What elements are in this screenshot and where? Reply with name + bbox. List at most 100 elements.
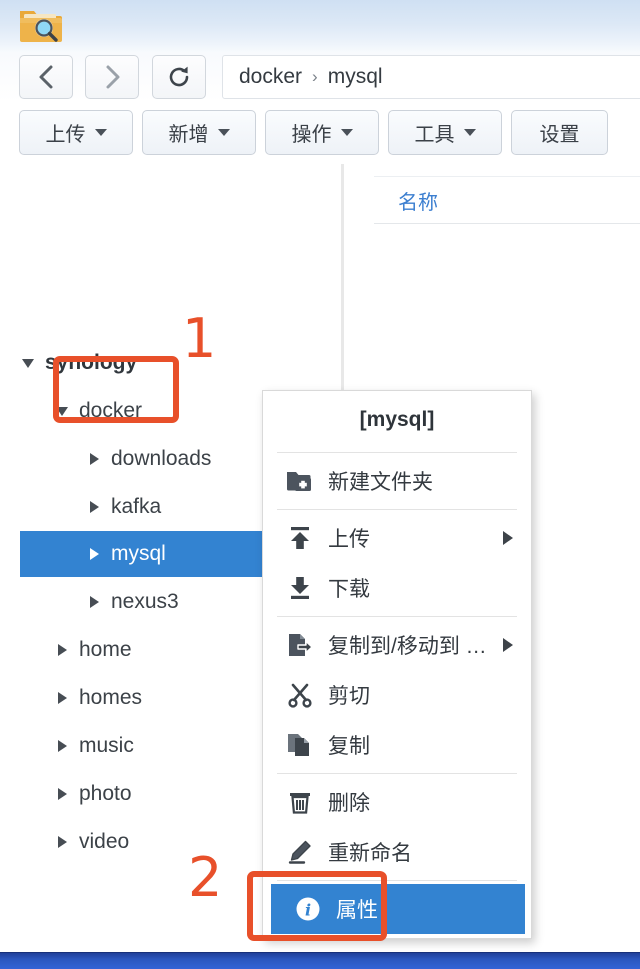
- new-folder-icon: [285, 466, 315, 496]
- tree-item-docker[interactable]: docker: [52, 388, 142, 434]
- pencil-icon: [285, 837, 315, 867]
- tree-item-label: photo: [79, 782, 132, 805]
- tree-item-homes[interactable]: homes: [52, 675, 142, 721]
- breadcrumb-path-bar[interactable]: docker › mysql: [222, 55, 640, 99]
- menu-item-label: 复制: [328, 735, 370, 758]
- menu-item-upload[interactable]: 上传: [263, 513, 531, 563]
- tree-item-mysql[interactable]: mysql: [84, 531, 166, 577]
- tree-item-downloads[interactable]: downloads: [84, 436, 211, 482]
- reload-button[interactable]: [152, 55, 206, 99]
- tree-item-music[interactable]: music: [52, 723, 134, 769]
- reload-icon: [167, 65, 191, 89]
- menu-item-label: 剪切: [328, 685, 370, 708]
- tree-item-photo[interactable]: photo: [52, 771, 132, 817]
- create-menu-button[interactable]: 新增: [142, 110, 256, 155]
- menu-item-label: 删除: [328, 792, 370, 815]
- navigation-bar: docker › mysql: [0, 52, 640, 102]
- tree-item-label: home: [79, 638, 132, 661]
- scissors-icon: [285, 680, 315, 710]
- create-menu-label: 新增: [168, 124, 209, 146]
- chevron-down-icon: [340, 129, 353, 136]
- tree-item-label: nexus3: [111, 590, 179, 613]
- tree-item-label: docker: [79, 399, 143, 422]
- submenu-arrow-icon: [503, 638, 513, 652]
- tools-menu-button[interactable]: 工具: [388, 110, 502, 155]
- menu-item-cut[interactable]: 剪切: [263, 670, 531, 720]
- forward-icon: [103, 64, 121, 90]
- tree-item-label: kafka: [111, 495, 162, 518]
- tree-item-kafka[interactable]: kafka: [84, 484, 161, 530]
- chevron-right-icon[interactable]: [84, 501, 104, 513]
- menu-item-copy[interactable]: 复制: [263, 720, 531, 770]
- annotation-number-1: 1: [182, 307, 217, 370]
- copy-move-icon: [285, 630, 315, 660]
- tree-item-nexus3[interactable]: nexus3: [84, 579, 179, 625]
- operations-menu-button[interactable]: 操作: [265, 110, 379, 155]
- tree-item-label: mysql: [111, 542, 166, 565]
- menu-item-properties[interactable]: i 属性: [271, 884, 525, 934]
- menu-divider: [277, 452, 517, 453]
- context-menu: [mysql] 新建文件夹 上传 下载 复制到/移动到 … 剪切 复制 删除 重…: [262, 390, 532, 939]
- menu-divider: [277, 509, 517, 510]
- trash-icon: [285, 787, 315, 817]
- menu-item-label: 复制到/移动到 …: [328, 635, 487, 658]
- chevron-right-icon[interactable]: [52, 836, 72, 848]
- operations-menu-label: 操作: [291, 124, 332, 146]
- column-header-name[interactable]: 名称: [374, 176, 640, 224]
- tools-menu-label: 工具: [414, 124, 455, 146]
- chevron-right-icon[interactable]: [52, 740, 72, 752]
- forward-button[interactable]: [85, 55, 139, 99]
- back-icon: [37, 64, 55, 90]
- menu-item-label: 下载: [328, 578, 370, 601]
- tree-item-home[interactable]: home: [52, 627, 132, 673]
- column-header-label: 名称: [398, 191, 438, 214]
- title-bar: [0, 0, 640, 52]
- chevron-right-icon[interactable]: [84, 453, 104, 465]
- tree-item-label: music: [79, 734, 134, 757]
- chevron-right-icon[interactable]: [84, 596, 104, 608]
- breadcrumb-item-mysql[interactable]: mysql: [328, 65, 383, 89]
- settings-button[interactable]: 设置: [511, 110, 608, 155]
- back-button[interactable]: [19, 55, 73, 99]
- menu-item-download[interactable]: 下载: [263, 563, 531, 613]
- desktop-taskbar[interactable]: [0, 952, 640, 969]
- menu-item-label: 重新命名: [328, 842, 412, 865]
- breadcrumb-separator-icon: ›: [312, 67, 318, 86]
- tree-item-label: video: [79, 830, 130, 853]
- chevron-right-icon[interactable]: [52, 644, 72, 656]
- tree-item-synology[interactable]: synology: [18, 340, 137, 386]
- menu-item-rename[interactable]: 重新命名: [263, 827, 531, 877]
- chevron-down-icon[interactable]: [52, 406, 72, 416]
- action-toolbar: 上传 新增 操作 工具 设置: [0, 102, 640, 164]
- chevron-right-icon[interactable]: [52, 692, 72, 704]
- menu-item-label: 上传: [328, 528, 370, 551]
- menu-item-new-folder[interactable]: 新建文件夹: [263, 456, 531, 506]
- settings-label: 设置: [539, 124, 580, 146]
- menu-item-label: 属性: [336, 899, 378, 922]
- chevron-down-icon: [94, 129, 107, 136]
- context-menu-title: [mysql]: [359, 408, 435, 431]
- upload-menu-button[interactable]: 上传: [19, 110, 133, 155]
- chevron-right-icon[interactable]: [52, 788, 72, 800]
- folder-search-icon: [18, 4, 62, 46]
- tree-item-video[interactable]: video: [52, 819, 129, 865]
- file-station-window: docker › mysql 上传 新增 操作 工具 设置 synology d…: [0, 0, 640, 969]
- menu-item-delete[interactable]: 删除: [263, 777, 531, 827]
- menu-divider: [277, 773, 517, 774]
- chevron-down-icon[interactable]: [18, 358, 38, 368]
- submenu-arrow-icon: [503, 531, 513, 545]
- chevron-right-icon[interactable]: [84, 548, 104, 560]
- menu-item-copy-move-to[interactable]: 复制到/移动到 …: [263, 620, 531, 670]
- chevron-down-icon: [463, 129, 476, 136]
- info-icon: i: [293, 894, 323, 924]
- annotation-number-2: 2: [188, 846, 223, 909]
- tree-item-label: downloads: [111, 447, 212, 470]
- tree-item-label: homes: [79, 686, 143, 709]
- svg-text:i: i: [305, 901, 311, 920]
- upload-icon: [285, 523, 315, 553]
- upload-menu-label: 上传: [45, 124, 86, 146]
- copy-icon: [285, 730, 315, 760]
- breadcrumb-item-docker[interactable]: docker: [239, 65, 302, 89]
- menu-divider: [277, 616, 517, 617]
- menu-divider: [277, 880, 517, 881]
